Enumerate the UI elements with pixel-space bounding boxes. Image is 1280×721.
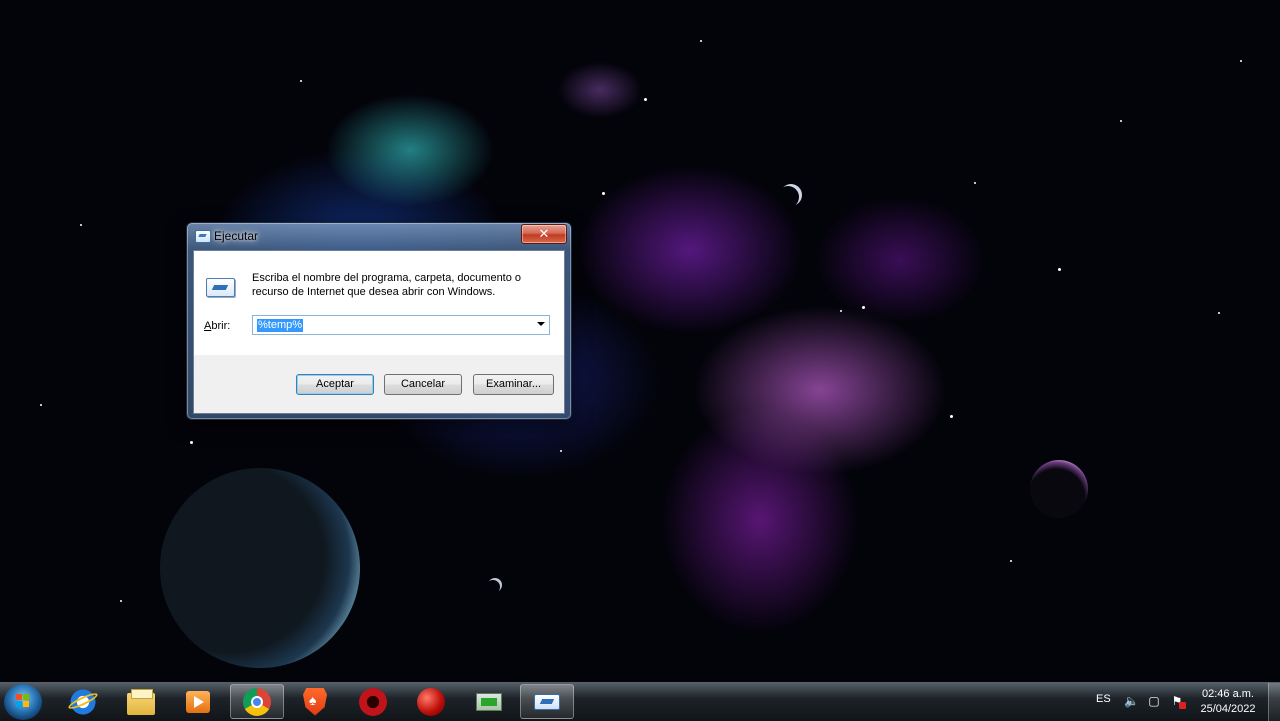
taskbar-run-dialog[interactable] [520,684,574,719]
taskbar-chrome[interactable] [230,684,284,719]
open-input-value[interactable]: %temp% [257,319,304,332]
star [1240,60,1242,62]
star [950,415,953,418]
star [190,441,193,444]
open-label: Abrir: [204,320,230,332]
media-player-icon [186,690,210,713]
dialog-client-area: Escriba el nombre del programa, carpeta,… [193,250,565,414]
dialog-description-line-2: recurso de Internet que desea abrir con … [252,286,496,298]
star [560,450,562,452]
planet-large-graphic [160,468,360,668]
taskbar: ES 🔈 ▢ ⚑ 02:46 a.m. 25/04/2022 [0,682,1280,721]
show-desktop-button[interactable] [1268,683,1280,721]
terminal-app-icon [476,692,502,711]
brave-icon [303,687,327,716]
star [1218,312,1220,314]
chrome-icon [243,687,271,716]
taskbar-internet-explorer[interactable] [56,684,110,719]
moon-crescent-graphic [488,578,502,592]
dialog-description-line-1: Escriba el nombre del programa, carpeta,… [252,272,522,284]
dialog-title: Ejecutar [214,229,259,243]
network-icon[interactable]: ▢ [1147,694,1161,708]
taskbar-media-player[interactable] [171,684,225,719]
open-label-text: brir: [211,320,231,332]
planet-small-graphic [1030,460,1088,518]
system-clock[interactable]: 02:46 a.m. 25/04/2022 [1196,687,1260,717]
clock-time: 02:46 a.m. [1202,688,1254,700]
taskbar-brave[interactable] [288,684,342,719]
file-explorer-icon [127,688,155,715]
star [1010,560,1012,562]
language-indicator[interactable]: ES [1096,693,1111,705]
windows-logo-icon [16,694,30,708]
star [974,182,976,184]
star [80,224,82,226]
close-icon: ✕ [538,226,550,241]
moon-crescent-graphic [780,184,802,206]
star [120,600,122,602]
star [300,80,302,82]
game-launcher-icon [359,687,387,716]
star [862,306,865,309]
red-ball-app-icon [417,687,445,716]
dialog-content-panel: Escriba el nombre del programa, carpeta,… [194,251,564,355]
chevron-down-icon[interactable] [537,322,545,326]
clock-date: 25/04/2022 [1200,703,1256,715]
run-dialog: Ejecutar ✕ Escriba el nombre del program… [186,222,572,420]
open-combobox[interactable]: %temp% [252,315,550,335]
star [40,404,42,406]
cancel-button[interactable]: Cancelar [384,374,462,395]
taskbar-file-explorer[interactable] [114,684,168,719]
taskbar-red-ball-app[interactable] [404,684,458,719]
taskbar-terminal-app[interactable] [462,684,516,719]
internet-explorer-icon [69,687,97,716]
start-button[interactable] [4,684,42,720]
browse-button[interactable]: Examinar... [473,374,554,395]
ok-button[interactable]: Aceptar [296,374,374,395]
star [1120,120,1122,122]
dialog-titlebar[interactable]: Ejecutar ✕ [187,223,571,249]
star [700,40,702,42]
run-program-icon [206,278,235,297]
star [1058,268,1061,271]
run-icon [195,230,211,243]
volume-icon[interactable]: 🔈 [1124,694,1139,708]
action-center-flag-icon[interactable]: ⚑ [1170,694,1186,709]
taskbar-game-launcher[interactable] [346,684,400,719]
close-button[interactable]: ✕ [521,224,567,244]
star [840,310,842,312]
star [644,98,647,101]
run-dialog-task-icon [534,693,560,710]
star [602,192,605,195]
